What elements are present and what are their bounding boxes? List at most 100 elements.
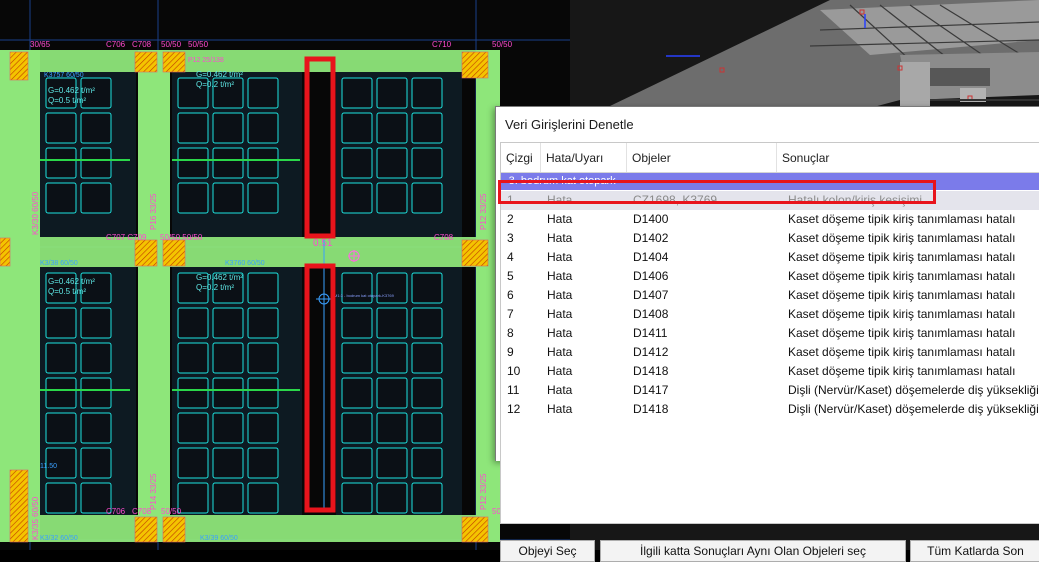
- load-text: Q=0.5 t/m²: [48, 96, 86, 105]
- row-result: Kaset döşeme tipik kiriş tanımlaması hat…: [788, 212, 1016, 226]
- coffer-cell: [247, 342, 279, 374]
- coffer-cell: [341, 307, 373, 339]
- coffer-cell: [177, 482, 209, 514]
- coffer-cell: [411, 377, 443, 409]
- coffer-cell: [212, 342, 244, 374]
- results-grid[interactable]: Çizgi Hata/Uyarı Objeler Sonuçlar -3. bo…: [500, 142, 1039, 524]
- row-result: Dişli (Nervür/Kaset) döşemelerde diş yük…: [788, 402, 1039, 416]
- table-row[interactable]: 10 Hata D1418 Kaset döşeme tipik kiriş tanı…: [501, 362, 1039, 381]
- coffer-cell: [376, 412, 408, 444]
- grid-header: Çizgi Hata/Uyarı Objeler Sonuçlar: [501, 143, 1039, 173]
- cad-label: 30/65: [30, 40, 51, 49]
- cad-label: 50/50: [161, 40, 182, 49]
- coffer-cell: [341, 272, 373, 304]
- cad-label: C707 C709: [106, 233, 147, 242]
- coffer-cell: [80, 307, 112, 339]
- coffer-cell: [376, 447, 408, 479]
- table-row[interactable]: 2 Hata D1400 Kaset döşeme tipik kiriş tanım…: [501, 210, 1039, 229]
- table-row[interactable]: 7 Hata D1408 Kaset döşeme tipik kiriş tanım…: [501, 305, 1039, 324]
- col-header-line[interactable]: Çizgi: [501, 143, 541, 172]
- row-line-number: 3: [507, 231, 514, 245]
- load-text: Q=0.2 t/m²: [196, 283, 234, 292]
- row-objects: D1404: [633, 250, 669, 264]
- coffer-cell: [45, 412, 77, 444]
- coffer-cell: [80, 182, 112, 214]
- table-row[interactable]: 8 Hata D1411 Kaset döşeme tipik kiriş tanım…: [501, 324, 1039, 343]
- coffer-cell: [212, 182, 244, 214]
- row-line-number: 11: [507, 383, 520, 397]
- coffer-cell: [80, 377, 112, 409]
- cad-note: M1:3 - bodrum kat otopark-K3769: [334, 293, 395, 298]
- coffer-cell: [45, 342, 77, 374]
- coffer-cell: [411, 112, 443, 144]
- row-objects: D1407: [633, 288, 669, 302]
- row-result: Kaset döşeme tipik kiriş tanımlaması hat…: [788, 288, 1016, 302]
- table-row[interactable]: 9 Hata D1412 Kaset döşeme tipik kiriş tanım…: [501, 343, 1039, 362]
- coffer-cell: [341, 182, 373, 214]
- cad-vertical-label: P12 33/25: [479, 473, 488, 510]
- coffer-cell: [80, 412, 112, 444]
- row-type: Hata: [547, 383, 573, 397]
- coffer-cell: [341, 77, 373, 109]
- load-text: G=0.462 t/m²: [48, 277, 95, 286]
- coffer-cell: [177, 342, 209, 374]
- row-line-number: 9: [507, 345, 514, 359]
- cad-label: 50/50: [161, 507, 182, 516]
- coffer-cell: [177, 307, 209, 339]
- row-line-number: 1: [507, 193, 514, 207]
- cad-label: C706: [106, 507, 126, 516]
- table-row[interactable]: 12 Hata D1418 Dişli (Nervür/Kaset) döşemele…: [501, 400, 1039, 419]
- select-object-button[interactable]: Objeyi Seç: [500, 540, 595, 562]
- coffer-cell: [376, 77, 408, 109]
- select-same-results-button[interactable]: İlgili katta Sonuçları Aynı Olan Objeler…: [600, 540, 906, 562]
- table-row[interactable]: 5 Hata D1406 Kaset döşeme tipik kiriş tanım…: [501, 267, 1039, 286]
- coffer-cell: [411, 342, 443, 374]
- cad-plan-view[interactable]: 30/65 C706 C708 50/50 50/50 C710 50/50 C…: [0, 0, 570, 550]
- data-check-dialog[interactable]: Veri Girişlerini Denetle Çizgi Hata/Uyar…: [495, 106, 1039, 562]
- cad-label: C708: [434, 233, 454, 242]
- row-line-number: 6: [507, 288, 514, 302]
- coffer-cell: [376, 272, 408, 304]
- row-result: Kaset döşeme tipik kiriş tanımlaması hat…: [788, 307, 1016, 321]
- row-type: Hata: [547, 307, 573, 321]
- coffer-cell: [212, 307, 244, 339]
- beam-label: K3760 60/50: [225, 260, 265, 267]
- load-text: Q=0.2 t/m²: [196, 80, 234, 89]
- col-header-results[interactable]: Sonuçlar: [777, 143, 1039, 172]
- row-objects: D1418: [633, 402, 669, 416]
- row-objects: D1417: [633, 383, 669, 397]
- beam-label: K3/32 60/50: [40, 535, 78, 542]
- table-row[interactable]: 1 Hata CZ1698, K3769 Hatalı kolon/kiriş kes…: [501, 191, 1039, 210]
- table-row[interactable]: 3 Hata D1402 Kaset döşeme tipik kiriş tanım…: [501, 229, 1039, 248]
- row-line-number: 10: [507, 364, 521, 378]
- coffer-cell: [341, 342, 373, 374]
- coffer-cell: [80, 112, 112, 144]
- coffer-cell: [177, 377, 209, 409]
- coffer-cell: [45, 112, 77, 144]
- coffer-cell: [247, 112, 279, 144]
- coffer-cell: [45, 482, 77, 514]
- group-row-floor[interactable]: -3. bodrum kat otopark: [501, 173, 1039, 190]
- cad-vertical-label: P16 33/25: [149, 193, 158, 230]
- beam-label: 11.50: [40, 463, 57, 470]
- row-objects: D1418: [633, 364, 669, 378]
- coffer-cell: [212, 482, 244, 514]
- coffer-cell: [247, 482, 279, 514]
- coffer-cell: [247, 272, 279, 304]
- row-type: Hata: [547, 269, 573, 283]
- table-row[interactable]: 4 Hata D1404 Kaset döşeme tipik kiriş tanım…: [501, 248, 1039, 267]
- load-text: Q=0.5 t/m²: [48, 287, 86, 296]
- row-type: Hata: [547, 212, 573, 226]
- coffer-cell: [247, 77, 279, 109]
- coffer-cell: [411, 412, 443, 444]
- coffer-cell: [341, 112, 373, 144]
- table-row[interactable]: 11 Hata D1417 Dişli (Nervür/Kaset) döşemele…: [501, 381, 1039, 400]
- dialog-title: Veri Girişlerini Denetle: [505, 117, 634, 132]
- coffer-cell: [247, 412, 279, 444]
- col-header-type[interactable]: Hata/Uyarı: [541, 143, 627, 172]
- all-floors-button[interactable]: Tüm Katlarda Son: [910, 540, 1039, 562]
- table-row[interactable]: 6 Hata D1407 Kaset döşeme tipik kiriş tanım…: [501, 286, 1039, 305]
- coffer-cell: [247, 147, 279, 179]
- col-header-objects[interactable]: Objeler: [627, 143, 777, 172]
- row-objects: D1402: [633, 231, 669, 245]
